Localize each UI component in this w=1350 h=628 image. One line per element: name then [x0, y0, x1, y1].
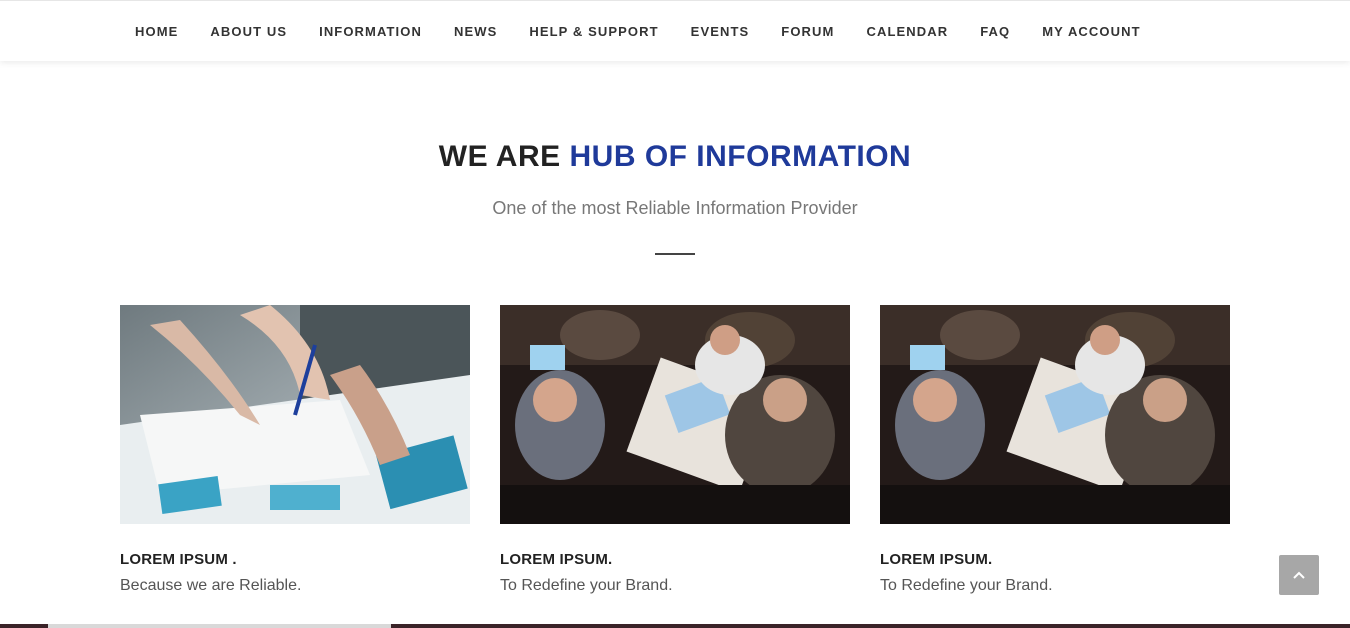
feature-card-3: LOREM IPSUM. To Redefine your Brand.: [880, 305, 1230, 595]
nav-item-my-account[interactable]: MY ACCOUNT: [1026, 1, 1156, 62]
nav-item-about-us[interactable]: ABOUT US: [194, 1, 303, 62]
nav-item-news[interactable]: NEWS: [438, 1, 513, 62]
feature-card-1: LOREM IPSUM . Because we are Reliable.: [120, 305, 470, 595]
card-description: To Redefine your Brand.: [880, 577, 1053, 594]
next-section-edge-highlight: [48, 624, 391, 628]
section-heading: WE ARE HUB OF INFORMATION: [0, 140, 1350, 174]
card-image-meeting[interactable]: [880, 305, 1230, 524]
top-navigation-bar: HOME ABOUT US INFORMATION NEWS HELP & SU…: [0, 0, 1350, 61]
card-title: LOREM IPSUM.: [880, 551, 993, 568]
next-section-edge: [0, 624, 1350, 628]
scroll-to-top-button[interactable]: [1279, 555, 1319, 595]
feature-card-2: LOREM IPSUM. To Redefine your Brand.: [500, 305, 850, 595]
nav-item-events[interactable]: EVENTS: [675, 1, 766, 62]
card-image-signing-documents[interactable]: [120, 305, 470, 524]
nav-item-help-support[interactable]: HELP & SUPPORT: [513, 1, 674, 62]
section-subheading: One of the most Reliable Information Pro…: [492, 198, 858, 218]
nav-item-forum[interactable]: FORUM: [765, 1, 850, 62]
card-description: To Redefine your Brand.: [500, 577, 673, 594]
nav-item-calendar[interactable]: CALENDAR: [850, 1, 964, 62]
nav-item-information[interactable]: INFORMATION: [303, 1, 438, 62]
chevron-up-icon: [1293, 571, 1305, 579]
main-menu: HOME ABOUT US INFORMATION NEWS HELP & SU…: [119, 1, 1157, 62]
nav-item-home[interactable]: HOME: [119, 1, 194, 62]
heading-divider: [655, 253, 695, 255]
heading-plain: WE ARE: [438, 140, 561, 173]
card-title: LOREM IPSUM .: [120, 551, 237, 568]
heading-accent: HUB OF INFORMATION: [569, 140, 912, 173]
card-description: Because we are Reliable.: [120, 577, 302, 594]
nav-item-faq[interactable]: FAQ: [964, 1, 1026, 62]
card-title: LOREM IPSUM.: [500, 551, 613, 568]
card-image-meeting[interactable]: [500, 305, 850, 524]
